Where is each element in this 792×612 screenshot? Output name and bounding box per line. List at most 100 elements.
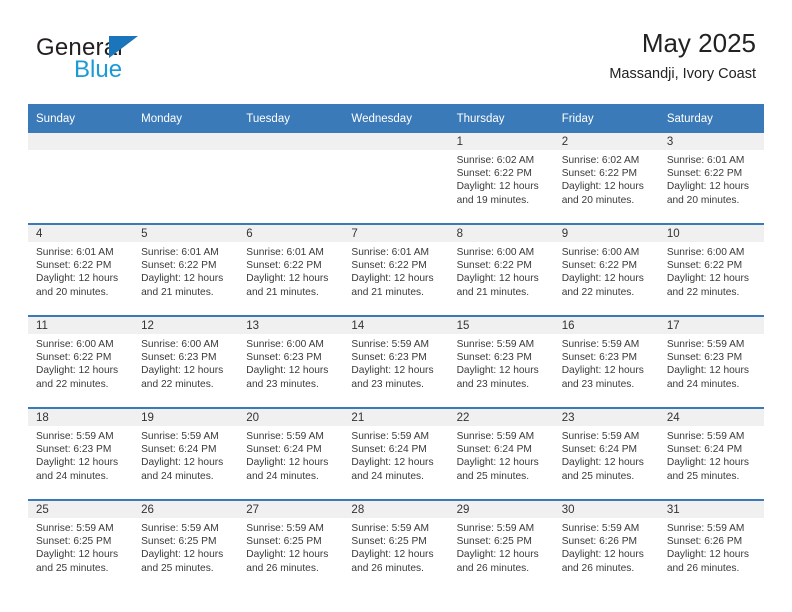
calendar-day-cell[interactable]: 10 Sunrise: 6:00 AM Sunset: 6:22 PM Dayligh… xyxy=(658,223,764,316)
day-cell-details: Sunrise: 5:59 AM Sunset: 6:25 PM Daylight:… xyxy=(133,518,238,575)
calendar-day-cell[interactable]: 30 Sunrise: 5:59 AM Sunset: 6:26 PM Dayligh… xyxy=(553,499,659,591)
daylight-text-line1: Daylight: 12 hours xyxy=(246,549,329,561)
daylight-text-line2: and 26 minutes. xyxy=(246,562,319,574)
sunset-text: Sunset: 6:23 PM xyxy=(246,352,322,364)
sunrise-text: Sunrise: 5:59 AM xyxy=(561,523,640,534)
daylight-text-line1: Daylight: 12 hours xyxy=(351,549,434,561)
calendar-day-cell-empty xyxy=(343,133,449,224)
sunrise-text: Sunrise: 5:59 AM xyxy=(666,431,745,442)
calendar-day-cell[interactable]: 21 Sunrise: 5:59 AM Sunset: 6:24 PM Dayligh… xyxy=(343,407,449,500)
day-cell-details: Sunrise: 6:01 AM Sunset: 6:22 PM Daylight:… xyxy=(238,242,343,299)
sunrise-text: Sunrise: 5:59 AM xyxy=(351,431,430,442)
day-number: 10 xyxy=(658,225,764,242)
day-number: 4 xyxy=(28,225,134,242)
daylight-text-line2: and 23 minutes. xyxy=(456,378,530,390)
daylight-text-line2: and 23 minutes. xyxy=(561,378,635,390)
day-cell-details: Sunrise: 6:00 AM Sunset: 6:23 PM Daylight:… xyxy=(133,334,238,391)
day-cell-inner: 17 Sunrise: 5:59 AM Sunset: 6:23 PM Dayligh… xyxy=(658,317,764,407)
calendar-day-cell[interactable]: 23 Sunrise: 5:59 AM Sunset: 6:24 PM Dayligh… xyxy=(553,407,659,500)
calendar-day-cell[interactable]: 1 Sunrise: 6:02 AM Sunset: 6:22 PM Daylight… xyxy=(448,133,554,224)
calendar-day-cell[interactable]: 2 Sunrise: 6:02 AM Sunset: 6:22 PM Daylight… xyxy=(553,133,659,224)
sunrise-text: Sunrise: 6:02 AM xyxy=(456,155,535,166)
day-cell-details: Sunrise: 5:59 AM Sunset: 6:24 PM Daylight:… xyxy=(449,426,554,483)
daylight-text-line1: Daylight: 12 hours xyxy=(36,273,119,285)
day-cell-details: Sunrise: 6:01 AM Sunset: 6:22 PM Daylight:… xyxy=(343,242,448,299)
calendar-day-cell[interactable]: 19 Sunrise: 5:59 AM Sunset: 6:24 PM Dayligh… xyxy=(133,407,239,500)
calendar-day-cell[interactable]: 26 Sunrise: 5:59 AM Sunset: 6:25 PM Dayligh… xyxy=(133,499,239,591)
weekday-header-tuesday: Tuesday xyxy=(238,104,344,133)
day-number: 27 xyxy=(238,501,344,518)
sunrise-text: Sunrise: 5:59 AM xyxy=(666,523,745,534)
day-cell-inner: 1 Sunrise: 6:02 AM Sunset: 6:22 PM Daylight… xyxy=(448,133,554,223)
calendar-day-cell[interactable]: 9 Sunrise: 6:00 AM Sunset: 6:22 PM Daylight… xyxy=(553,223,659,316)
calendar-day-cell[interactable]: 3 Sunrise: 6:01 AM Sunset: 6:22 PM Daylight… xyxy=(658,133,764,224)
daylight-text-line2: and 22 minutes. xyxy=(36,378,109,390)
day-cell-inner: 6 Sunrise: 6:01 AM Sunset: 6:22 PM Daylight… xyxy=(238,225,344,315)
daylight-text-line2: and 25 minutes. xyxy=(666,470,740,482)
day-cell-inner: 23 Sunrise: 5:59 AM Sunset: 6:24 PM Dayligh… xyxy=(553,409,659,499)
calendar-day-cell[interactable]: 22 Sunrise: 5:59 AM Sunset: 6:24 PM Dayligh… xyxy=(448,407,554,500)
day-cell-details: Sunrise: 6:02 AM Sunset: 6:22 PM Daylight:… xyxy=(554,150,659,207)
daylight-text-line2: and 20 minutes. xyxy=(666,194,740,206)
sunset-text: Sunset: 6:25 PM xyxy=(36,536,112,548)
calendar-day-cell[interactable]: 27 Sunrise: 5:59 AM Sunset: 6:25 PM Dayligh… xyxy=(238,499,344,591)
day-number: 5 xyxy=(133,225,239,242)
calendar-day-cell[interactable]: 17 Sunrise: 5:59 AM Sunset: 6:23 PM Dayligh… xyxy=(658,315,764,408)
daylight-text-line2: and 24 minutes. xyxy=(246,470,319,482)
calendar-week-row: 4 Sunrise: 6:01 AM Sunset: 6:22 PM Daylight… xyxy=(28,223,764,316)
day-number: 13 xyxy=(238,317,344,334)
calendar-day-cell[interactable]: 6 Sunrise: 6:01 AM Sunset: 6:22 PM Daylight… xyxy=(238,223,344,316)
day-cell-details: Sunrise: 5:59 AM Sunset: 6:24 PM Daylight:… xyxy=(343,426,448,483)
weekday-header-thursday: Thursday xyxy=(448,104,554,133)
daylight-text-line2: and 26 minutes. xyxy=(351,562,424,574)
day-cell-inner: 28 Sunrise: 5:59 AM Sunset: 6:25 PM Dayligh… xyxy=(343,501,449,591)
sunset-text: Sunset: 6:22 PM xyxy=(666,260,743,272)
calendar-page: General Blue May 2025 Massandji, Ivory C… xyxy=(0,0,792,612)
day-cell-details: Sunrise: 5:59 AM Sunset: 6:23 PM Daylight:… xyxy=(449,334,554,391)
daylight-text-line1: Daylight: 12 hours xyxy=(456,273,539,285)
day-cell-details: Sunrise: 5:59 AM Sunset: 6:23 PM Daylight:… xyxy=(659,334,764,391)
calendar-day-cell[interactable]: 12 Sunrise: 6:00 AM Sunset: 6:23 PM Dayligh… xyxy=(133,315,239,408)
daylight-text-line2: and 25 minutes. xyxy=(561,470,635,482)
calendar-day-cell[interactable]: 18 Sunrise: 5:59 AM Sunset: 6:23 PM Dayligh… xyxy=(28,407,134,500)
calendar-day-cell[interactable]: 29 Sunrise: 5:59 AM Sunset: 6:25 PM Dayligh… xyxy=(448,499,554,591)
calendar-day-cell[interactable]: 15 Sunrise: 5:59 AM Sunset: 6:23 PM Dayligh… xyxy=(448,315,554,408)
calendar-day-cell[interactable]: 31 Sunrise: 5:59 AM Sunset: 6:26 PM Dayligh… xyxy=(658,499,764,591)
calendar-day-cell[interactable]: 8 Sunrise: 6:00 AM Sunset: 6:22 PM Daylight… xyxy=(448,223,554,316)
daylight-text-line1: Daylight: 12 hours xyxy=(246,273,329,285)
calendar-day-cell[interactable]: 28 Sunrise: 5:59 AM Sunset: 6:25 PM Dayligh… xyxy=(343,499,449,591)
calendar-day-cell-empty xyxy=(238,133,344,224)
sunrise-text: Sunrise: 5:59 AM xyxy=(246,431,324,442)
day-cell-details: Sunrise: 6:00 AM Sunset: 6:22 PM Daylight:… xyxy=(659,242,764,299)
sunrise-text: Sunrise: 6:00 AM xyxy=(141,339,219,350)
day-number: 28 xyxy=(343,501,449,518)
calendar-day-cell[interactable]: 5 Sunrise: 6:01 AM Sunset: 6:22 PM Daylight… xyxy=(133,223,239,316)
daylight-text-line1: Daylight: 12 hours xyxy=(666,181,749,193)
daylight-text-line1: Daylight: 12 hours xyxy=(141,549,224,561)
calendar-day-cell[interactable]: 4 Sunrise: 6:01 AM Sunset: 6:22 PM Daylight… xyxy=(28,223,134,316)
calendar-day-cell[interactable]: 20 Sunrise: 5:59 AM Sunset: 6:24 PM Dayligh… xyxy=(238,407,344,500)
day-number: 6 xyxy=(238,225,344,242)
day-cell-inner: 22 Sunrise: 5:59 AM Sunset: 6:24 PM Dayligh… xyxy=(448,409,554,499)
calendar-day-cell[interactable]: 11 Sunrise: 6:00 AM Sunset: 6:22 PM Dayligh… xyxy=(28,315,134,408)
daylight-text-line2: and 25 minutes. xyxy=(36,562,109,574)
daylight-text-line1: Daylight: 12 hours xyxy=(36,549,119,561)
sunset-text: Sunset: 6:22 PM xyxy=(36,352,112,364)
day-number: 30 xyxy=(553,501,659,518)
day-cell-details: Sunrise: 6:02 AM Sunset: 6:22 PM Daylight:… xyxy=(449,150,554,207)
calendar-day-cell[interactable]: 24 Sunrise: 5:59 AM Sunset: 6:24 PM Dayligh… xyxy=(658,407,764,500)
day-cell-inner xyxy=(238,133,344,223)
calendar-day-cell[interactable]: 14 Sunrise: 5:59 AM Sunset: 6:23 PM Dayligh… xyxy=(343,315,449,408)
calendar-day-cell[interactable]: 25 Sunrise: 5:59 AM Sunset: 6:25 PM Dayligh… xyxy=(28,499,134,591)
day-cell-inner xyxy=(133,133,239,223)
calendar-day-cell[interactable]: 7 Sunrise: 6:01 AM Sunset: 6:22 PM Daylight… xyxy=(343,223,449,316)
day-cell-details: Sunrise: 5:59 AM Sunset: 6:23 PM Daylight:… xyxy=(554,334,659,391)
calendar-day-cell[interactable]: 16 Sunrise: 5:59 AM Sunset: 6:23 PM Dayligh… xyxy=(553,315,659,408)
sunrise-text: Sunrise: 5:59 AM xyxy=(456,339,535,350)
sunrise-text: Sunrise: 6:00 AM xyxy=(246,339,324,350)
day-number: 12 xyxy=(133,317,239,334)
sunset-text: Sunset: 6:23 PM xyxy=(666,352,743,364)
calendar-day-cell[interactable]: 13 Sunrise: 6:00 AM Sunset: 6:23 PM Dayligh… xyxy=(238,315,344,408)
sunrise-text: Sunrise: 5:59 AM xyxy=(141,431,219,442)
day-cell-details: Sunrise: 5:59 AM Sunset: 6:26 PM Daylight:… xyxy=(659,518,764,575)
